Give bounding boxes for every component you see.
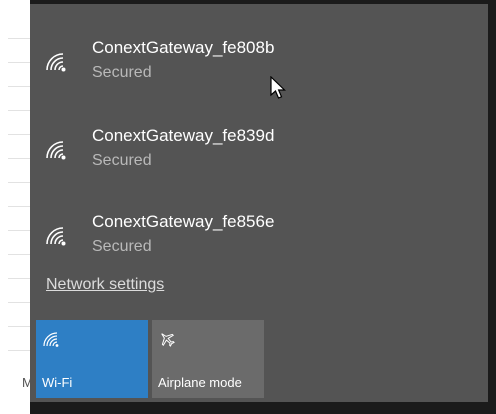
wifi-icon (43, 332, 59, 347)
grid-line (8, 134, 32, 135)
network-status: Secured (92, 238, 152, 255)
grid-line (8, 278, 32, 279)
network-status: Secured (92, 64, 152, 81)
network-ssid: ConextGateway_fe856e (92, 212, 275, 231)
grid-line (8, 206, 32, 207)
network-item[interactable]: ConextGateway_fe856e Secured (44, 212, 474, 278)
grid-line (8, 86, 32, 87)
airplane-icon (161, 333, 175, 347)
airplane-mode-tile[interactable]: Airplane mode (152, 320, 264, 398)
grid-line (8, 110, 32, 111)
grid-line (8, 350, 32, 351)
wifi-signal-icon (46, 141, 66, 160)
wifi-signal-icon (46, 53, 66, 72)
flyout-right-border (488, 0, 496, 414)
mouse-cursor-icon (270, 76, 286, 99)
network-item[interactable]: ConextGateway_fe808b Secured (44, 38, 474, 104)
taskbar-strip (30, 402, 496, 414)
network-flyout: ConextGateway_fe808b Secured ConextGatew… (30, 0, 496, 414)
grid-line (8, 182, 32, 183)
network-ssid: ConextGateway_fe839d (92, 126, 275, 145)
network-status: Secured (92, 152, 152, 169)
background-window: M (0, 0, 33, 414)
network-settings-link[interactable]: Network settings (46, 276, 164, 294)
wifi-tile-label: Wi-Fi (42, 375, 73, 390)
grid-line (8, 302, 32, 303)
airplane-mode-tile-label: Airplane mode (158, 375, 242, 390)
grid-line (8, 254, 32, 255)
wifi-signal-icon (46, 227, 66, 246)
grid-line (8, 158, 32, 159)
network-item[interactable]: ConextGateway_fe839d Secured (44, 126, 474, 192)
grid-line (8, 62, 32, 63)
flyout-top-border (30, 0, 496, 4)
grid-line (8, 230, 32, 231)
grid-line (8, 38, 32, 39)
network-ssid: ConextGateway_fe808b (92, 38, 275, 57)
wifi-toggle-tile[interactable]: Wi-Fi (36, 320, 148, 398)
grid-line (8, 326, 32, 327)
